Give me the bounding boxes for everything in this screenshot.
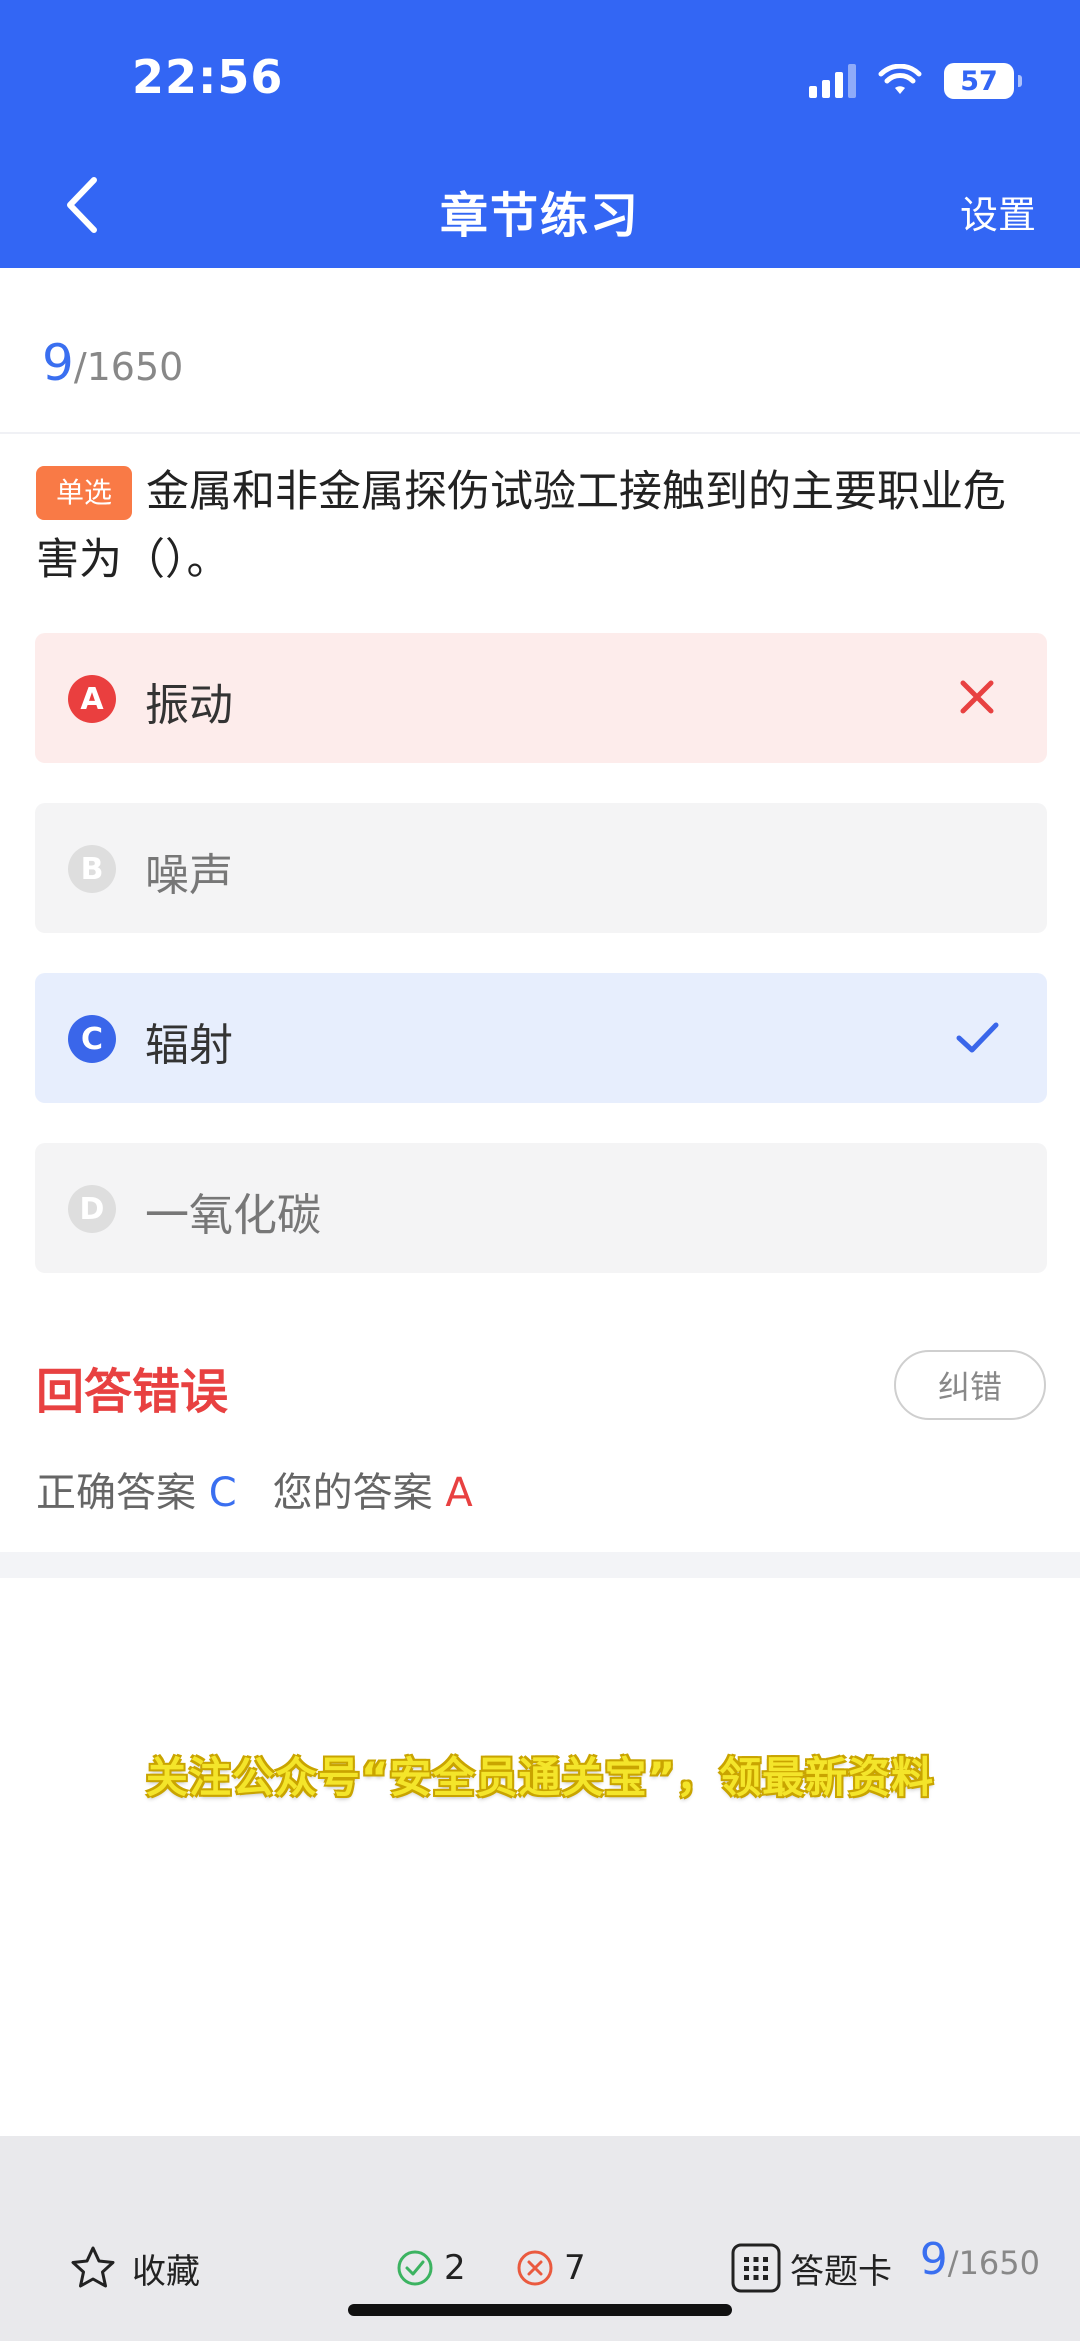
wrong-count: 7 (516, 2238, 586, 2298)
option-text: 噪声 (145, 850, 233, 901)
option-a[interactable]: A 振动 (35, 633, 1047, 763)
header-bar: 22:56 57 章节练习 设置 (0, 0, 1080, 268)
option-text: 一氧化碳 (145, 1190, 321, 1241)
option-d[interactable]: D 一氧化碳 (35, 1143, 1047, 1273)
cross-icon (960, 680, 994, 714)
page-title: 章节练习 (439, 188, 640, 244)
correct-count-value: 2 (444, 2248, 466, 2288)
answer-card-button[interactable]: 答题卡 (730, 2238, 892, 2298)
x-circle-icon (517, 2250, 553, 2286)
bottom-progress-total: /1650 (947, 2244, 1040, 2282)
progress-total: /1650 (73, 345, 184, 389)
cellular-signal-icon (809, 64, 856, 98)
correct-answer-value: C (208, 1470, 237, 1516)
home-indicator[interactable] (348, 2304, 732, 2316)
option-letter: C (68, 1015, 116, 1063)
status-icons: 57 (809, 58, 1022, 104)
promo-banner-text: 关注公众号“安全员通关宝”，领最新资料 (145, 1753, 935, 1802)
correct-answer-label: 正确答案 (36, 1470, 196, 1516)
option-text: 辐射 (145, 1020, 233, 1071)
star-icon (71, 2246, 115, 2288)
bottom-progress-current: 9 (919, 2234, 948, 2285)
check-circle-icon (397, 2250, 433, 2286)
question-text: 金属和非金属探伤试验工接触到的主要职业危害为（）。 (36, 467, 1007, 585)
correct-count: 2 (396, 2238, 466, 2298)
question-progress: 9/1650 (42, 334, 183, 392)
favorite-button[interactable]: 收藏 (68, 2238, 200, 2298)
option-letter: A (68, 675, 116, 723)
status-time: 22:56 (132, 50, 284, 104)
progress-current: 9 (42, 334, 74, 392)
divider (0, 432, 1080, 434)
report-error-button[interactable]: 纠错 (894, 1350, 1046, 1420)
question-type-badge: 单选 (36, 466, 133, 520)
battery-icon: 57 (944, 63, 1022, 99)
bottom-progress: 9/1650 (920, 2234, 1040, 2285)
grid-icon (731, 2243, 781, 2293)
answer-summary: 正确答案 C 您的答案 A (36, 1460, 473, 1518)
result-status: 回答错误 (36, 1364, 229, 1420)
favorite-label: 收藏 (132, 2251, 200, 2292)
your-answer-value: A (445, 1470, 473, 1516)
option-text: 振动 (145, 680, 233, 731)
option-b[interactable]: B 噪声 (35, 803, 1047, 933)
option-c[interactable]: C 辐射 (35, 973, 1047, 1103)
answer-card-label: 答题卡 (790, 2251, 892, 2292)
question-stem: 单选 金属和非金属探伤试验工接触到的主要职业危害为（）。 (36, 458, 1046, 594)
checkmark-icon (956, 1022, 999, 1053)
wifi-icon (878, 64, 922, 94)
your-answer-label: 您的答案 (272, 1470, 433, 1516)
option-letter: D (68, 1185, 116, 1233)
wrong-count-value: 7 (564, 2248, 586, 2288)
section-separator (0, 1552, 1080, 1578)
settings-button[interactable]: 设置 (960, 184, 1036, 239)
option-letter: B (68, 845, 116, 893)
